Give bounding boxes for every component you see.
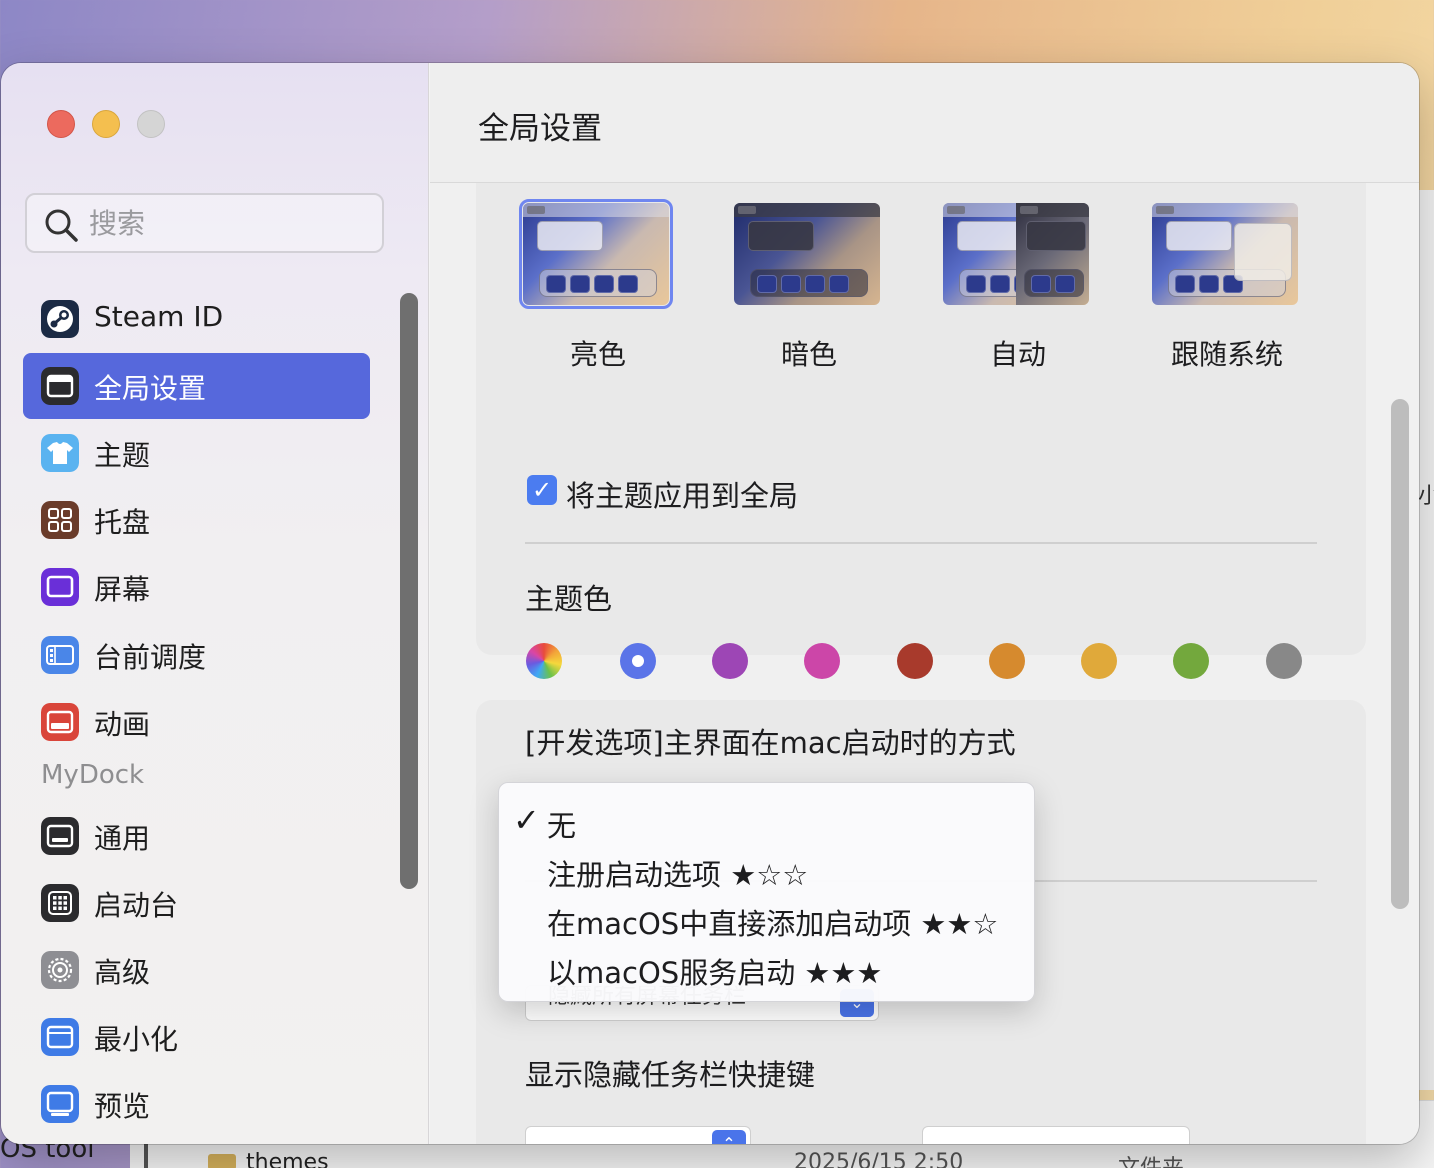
sidebar-item-label: 动画 [94,708,151,741]
steam-icon [41,300,79,338]
menu-item-none[interactable]: 无 [547,803,576,845]
shortcut-title: 显示隐藏任务栏快捷键 [525,1058,816,1092]
appearance-option-label: 亮色 [569,338,626,371]
sidebar-item-label: 屏幕 [94,573,151,606]
content-scrollbar[interactable] [1391,399,1409,909]
dev-option-title: [开发选项]主界面在mac启动时的方式 [525,726,1016,760]
appearance-option-label: 暗色 [780,338,837,371]
search-input[interactable] [89,203,369,243]
checkmark-icon: ✓ [513,801,540,839]
background-text-fragment: 小 [1418,484,1434,509]
launchpad-icon [41,884,79,922]
sidebar-item-label: 通用 [94,822,151,855]
color-swatch-red[interactable] [897,643,933,679]
sidebar-item-advanced[interactable]: 高级 [23,937,370,1003]
sidebar-item-label: Steam ID [94,300,224,333]
sidebar-item-global-settings[interactable]: 全局设置 [23,353,370,419]
search-field[interactable] [25,193,384,253]
animation-icon [41,703,79,741]
tshirt-icon [41,434,79,472]
sidebar-item-stage-manager[interactable]: 台前调度 [23,622,370,688]
zoom-button[interactable] [137,110,165,138]
content-header: 全局设置 [430,63,1419,183]
light-theme-thumbnail [519,199,673,309]
sidebar-item-general[interactable]: 通用 [23,803,370,869]
gear-icon [41,951,79,989]
close-button[interactable] [47,110,75,138]
sidebar-item-launchpad[interactable]: 启动台 [23,870,370,936]
sidebar-item-minimize[interactable]: 最小化 [23,1004,370,1070]
sidebar-item-label: 主题 [94,439,151,472]
sidebar-item-animation[interactable]: 动画 [23,689,370,755]
menu-item-launch-as-service[interactable]: 以macOS服务启动 ★★★ [547,950,882,992]
appearance-card: 亮色 暗色 自动 跟随系统 ✓ 将主题应用到全局 主题色 [476,183,1366,679]
dock-icon [41,817,79,855]
sidebar-item-label: 高级 [94,956,151,989]
background-file-name: themes [246,1150,329,1168]
background-file-kind: 文件夹 [1118,1150,1184,1168]
auto-theme-thumbnail [943,203,1089,305]
sidebar: Steam ID 全局设置 主题 [1,63,429,1144]
background-file-separator [144,1140,148,1168]
appearance-option-label: 跟随系统 [1170,338,1283,371]
sidebar-item-label: 托盘 [94,506,151,539]
minimize-window-icon [41,1018,79,1056]
display-icon [41,568,79,606]
sidebar-item-theme[interactable]: 主题 [23,420,370,486]
folder-icon [208,1154,236,1168]
color-swatch-gray[interactable] [1266,643,1302,679]
theme-color-title: 主题色 [525,582,613,616]
sidebar-scrollbar[interactable] [400,293,418,889]
appearance-option-label: 自动 [989,338,1046,371]
sidebar-item-label: 台前调度 [94,641,207,674]
shortcut-modifier-select[interactable]: ⌃ [525,1126,751,1144]
sidebar-item-tray[interactable]: 托盘 [23,487,370,553]
dark-theme-thumbnail [734,203,880,305]
menu-item-register-launch[interactable]: 注册启动选项 ★☆☆ [547,852,808,894]
section-divider [525,542,1317,544]
preview-icon [41,1085,79,1123]
sidebar-section-label: MyDock [41,760,145,790]
apply-global-label: 将主题应用到全局 [566,479,799,513]
search-icon [45,209,78,242]
color-swatch-multicolor[interactable] [526,643,562,679]
sidebar-item-screen[interactable]: 屏幕 [23,554,370,620]
color-swatch-yellow[interactable] [1081,643,1117,679]
minimize-button[interactable] [92,110,120,138]
background-file-date: 2025/6/15 2:50 [794,1150,964,1168]
sidebar-item-preview[interactable]: 预览 [23,1071,370,1137]
color-swatch-blue[interactable] [620,643,656,679]
grid-icon [41,501,79,539]
chevron-updown-icon: ⌃ [712,1130,746,1144]
startup-mode-dropdown-menu: ✓ 无 注册启动选项 ★☆☆ 在macOS中直接添加启动项 ★★☆ 以macOS… [498,782,1035,1002]
sidebar-item-label: 预览 [94,1090,151,1123]
stage-manager-icon [41,636,79,674]
sidebar-item-label: 启动台 [94,889,179,922]
menu-item-add-login-item[interactable]: 在macOS中直接添加启动项 ★★☆ [547,901,998,943]
color-swatch-orange[interactable] [989,643,1025,679]
apply-global-checkbox[interactable]: ✓ [527,475,557,505]
page-title: 全局设置 [478,111,602,147]
color-swatch-purple[interactable] [712,643,748,679]
sidebar-item-label: 最小化 [94,1023,179,1056]
sidebar-item-steam-id[interactable]: Steam ID [23,286,370,352]
sidebar-item-label: 全局设置 [94,372,207,405]
background-window-edge [1418,190,1434,1090]
color-swatch-pink[interactable] [804,643,840,679]
system-theme-thumbnail [1152,203,1298,305]
window-icon [41,367,79,405]
shortcut-key-field[interactable] [922,1126,1190,1144]
color-swatch-green[interactable] [1173,643,1209,679]
